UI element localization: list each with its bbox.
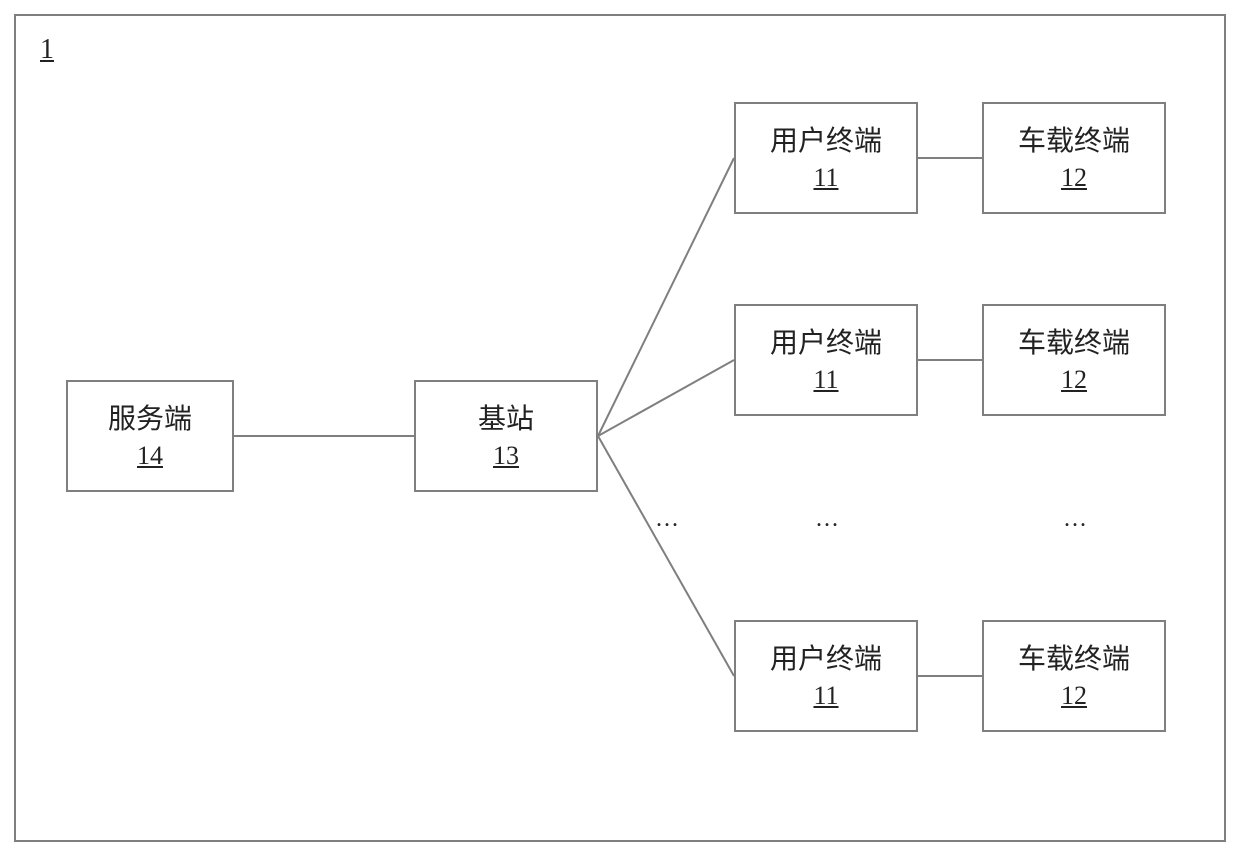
vehicle-terminal-box: 车载终端 12 — [982, 304, 1166, 416]
base-station-label: 基站 — [478, 401, 534, 439]
base-station-box: 基站 13 — [414, 380, 598, 492]
vehicle-terminal-label: 车载终端 — [1018, 325, 1130, 363]
diagram-container: 1 服务端 14 基站 13 用户终端 11 车载终端 12 用户终端 11 — [14, 14, 1226, 842]
vehicle-terminal-box: 车载终端 12 — [982, 102, 1166, 214]
user-terminal-label: 用户终端 — [770, 325, 882, 363]
base-station-number: 13 — [493, 441, 519, 471]
user-terminal-number: 11 — [813, 681, 838, 711]
ellipsis-left: ... — [648, 506, 688, 533]
vehicle-terminal-label: 车载终端 — [1018, 641, 1130, 679]
vehicle-terminal-box: 车载终端 12 — [982, 620, 1166, 732]
vehicle-terminal-number: 12 — [1061, 163, 1087, 193]
ellipsis-center: ... — [808, 506, 848, 533]
user-terminal-box: 用户终端 11 — [734, 620, 918, 732]
diagram-id-label: 1 — [40, 34, 54, 66]
user-terminal-number: 11 — [813, 163, 838, 193]
server-number: 14 — [137, 441, 163, 471]
user-terminal-box: 用户终端 11 — [734, 102, 918, 214]
vehicle-terminal-number: 12 — [1061, 365, 1087, 395]
user-terminal-number: 11 — [813, 365, 838, 395]
vehicle-terminal-number: 12 — [1061, 681, 1087, 711]
server-box: 服务端 14 — [66, 380, 234, 492]
ellipsis-right: ... — [1056, 506, 1096, 533]
server-label: 服务端 — [108, 401, 192, 439]
user-terminal-label: 用户终端 — [770, 123, 882, 161]
user-terminal-label: 用户终端 — [770, 641, 882, 679]
user-terminal-box: 用户终端 11 — [734, 304, 918, 416]
vehicle-terminal-label: 车载终端 — [1018, 123, 1130, 161]
